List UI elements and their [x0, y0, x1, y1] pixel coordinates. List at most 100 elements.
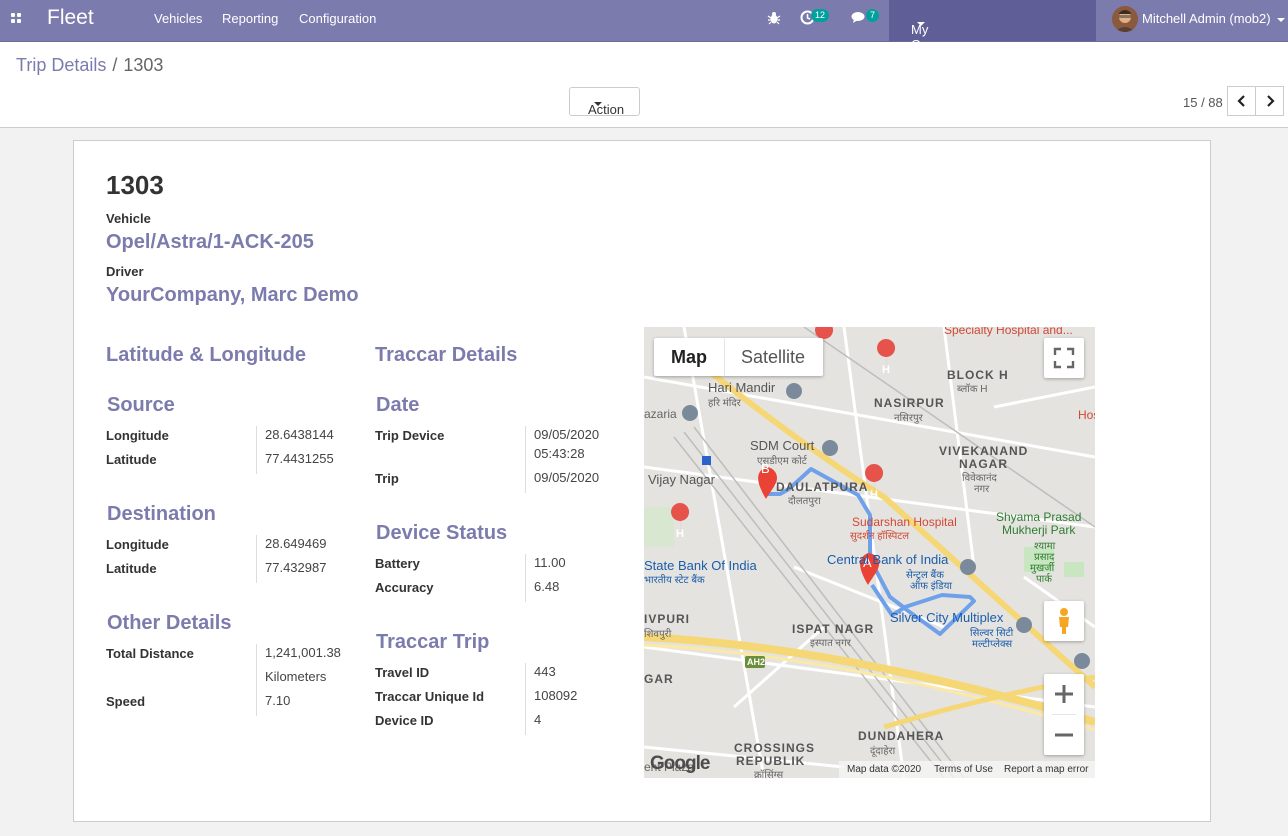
zoom-in-button[interactable] — [1044, 674, 1084, 714]
map-label-sbi: State Bank Of India — [644, 558, 757, 573]
map-label-central-bank-hi-2: ऑफ इंडिया — [910, 581, 952, 592]
map-type-control: Map Satellite — [654, 338, 823, 376]
map-label-daulatpura: DAULATPURA — [776, 480, 869, 494]
control-panel: Trip Details /1303 Action 15 / 88 — [0, 42, 1288, 128]
map-label-dundahera-hi: दूंदाहेरा — [870, 746, 896, 757]
pager-next-button[interactable] — [1255, 86, 1284, 116]
trip-device-label: Trip Device — [375, 428, 445, 443]
map-label-hari-mandir-hi: हरि मंदिर — [708, 398, 741, 409]
minus-icon — [1055, 733, 1073, 737]
map-label-silver-city-hi-2: मल्टीप्लेक्स — [972, 639, 1013, 650]
map-label-ivpuri: IVPURI — [644, 612, 691, 626]
action-button[interactable]: Action — [569, 87, 640, 117]
travel-id-value: 443 — [534, 664, 556, 679]
driver-link[interactable]: YourCompany, Marc Demo — [106, 284, 359, 307]
map-label-nasirpur: NASIRPUR — [874, 396, 945, 410]
map-label-dundahera: DUNDAHERA — [858, 729, 945, 743]
map-tab-map[interactable]: Map — [654, 338, 724, 376]
menu-reporting[interactable]: Reporting — [222, 11, 278, 26]
zoom-out-button[interactable] — [1044, 715, 1084, 755]
debug-bug-icon[interactable] — [767, 11, 781, 29]
source-latitude-label: Latitude — [106, 452, 157, 467]
terms-of-use-link[interactable]: Terms of Use — [934, 764, 993, 775]
map-label-crossings-2: REPUBLIK — [736, 754, 806, 768]
street-view-pegman[interactable] — [1044, 601, 1084, 641]
map-label-vivekanand: VIVEKANAND — [939, 444, 1029, 458]
map-label-ah2: AH2 — [747, 657, 766, 667]
vehicle-link[interactable]: Opel/Astra/1-ACK-205 — [106, 231, 314, 254]
company-switcher[interactable]: My Company (San Francisco) — [889, 0, 1096, 82]
destination-longitude-value: 28.649469 — [265, 536, 327, 551]
speed-label: Speed — [106, 694, 146, 709]
traccar-trip-title: Traccar Trip — [376, 631, 490, 653]
device-id-label: Device ID — [375, 713, 434, 728]
menu-vehicles[interactable]: Vehicles — [154, 11, 202, 26]
breadcrumb-current: 1303 — [123, 55, 164, 75]
other-details-title: Other Details — [107, 612, 232, 634]
pager-previous-button[interactable] — [1227, 86, 1256, 116]
map-label-block-h: BLOCK H — [947, 368, 1009, 382]
date-title: Date — [376, 394, 420, 416]
svg-text:H: H — [676, 528, 684, 540]
fullscreen-button[interactable] — [1044, 338, 1084, 378]
breadcrumb: Trip Details /1303 — [16, 55, 163, 76]
breadcrumb-parent[interactable]: Trip Details — [16, 55, 106, 75]
map-label-ispat-hi: इस्पात नगर — [810, 638, 851, 649]
route-map[interactable]: HHH B A Specialty Hospital and... Hari M… — [644, 327, 1095, 778]
form-sheet: 1303 Vehicle Opel/Astra/1-ACK-205 Driver… — [73, 140, 1211, 822]
driver-label: Driver — [106, 264, 144, 279]
messages-chat-icon[interactable] — [851, 11, 867, 28]
map-label-crossings-hi: क्रॉसिंग्स — [754, 770, 784, 778]
map-label-nasirpur-hi: नसिरपुर — [894, 413, 923, 424]
source-title: Source — [107, 394, 175, 416]
map-label-sdm-court-hi: एसडीएम कोर्ट — [757, 456, 807, 467]
total-distance-value: 1,241,001.38 — [265, 645, 341, 660]
map-label-crossings: CROSSINGS — [734, 741, 816, 755]
google-logo[interactable]: Google — [650, 753, 710, 775]
battery-label: Battery — [375, 556, 420, 571]
destination-latitude-label: Latitude — [106, 561, 157, 576]
map-label-hari-mandir: Hari Mandir — [708, 380, 776, 395]
fullscreen-icon — [1053, 347, 1075, 369]
pager-value[interactable]: 15 / 88 — [1183, 95, 1223, 110]
accuracy-label: Accuracy — [375, 580, 434, 595]
source-longitude-value: 28.6438144 — [265, 427, 334, 442]
map-label-hos: Hos — [1078, 408, 1095, 422]
map-label-block-h-hi: ब्लॉक H — [957, 384, 988, 395]
map-label-sdm-court: SDM Court — [750, 438, 815, 453]
map-label-sudarshan: Sudarshan Hospital — [852, 515, 957, 529]
destination-title: Destination — [107, 503, 216, 525]
map-label-vijay-nagar: Vijay Nagar — [648, 472, 715, 487]
user-name: Mitchell Admin (mob2) — [1142, 11, 1271, 26]
map-label-central-bank: Central Bank of India — [827, 552, 949, 567]
total-distance-label: Total Distance — [106, 646, 194, 661]
trip-value: 09/05/2020 — [534, 470, 600, 485]
pegman-icon — [1059, 608, 1069, 634]
apps-menu-icon[interactable] — [7, 7, 33, 33]
menu-configuration[interactable]: Configuration — [299, 11, 376, 26]
traccar-unique-id-label: Traccar Unique Id — [375, 689, 485, 704]
map-tab-satellite-label: Satellite — [741, 347, 806, 367]
report-map-error-link[interactable]: Report a map error — [1004, 764, 1088, 775]
travel-id-label: Travel ID — [375, 665, 430, 680]
activity-count-badge: 12 — [811, 9, 830, 22]
map-label-silver-city: Silver City Multiplex — [890, 610, 1004, 625]
lat-long-heading: Latitude & Longitude — [106, 344, 306, 366]
map-label-sbi-hi: भारतीय स्टेट बैंक — [644, 575, 705, 586]
destination-latitude-value: 77.432987 — [265, 560, 327, 575]
zoom-control — [1044, 674, 1084, 755]
svg-text:H: H — [870, 489, 878, 501]
map-label-sudarshan-hi: सुदर्शन हॉस्पिटल — [850, 531, 910, 542]
total-distance-unit: Kilometers — [265, 669, 327, 684]
source-longitude-label: Longitude — [106, 428, 169, 443]
map-data-credit: Map data ©2020 — [847, 764, 922, 775]
app-name[interactable]: Fleet — [47, 6, 94, 30]
device-id-value: 4 — [534, 712, 542, 727]
trip-device-time: 05:43:28 — [534, 446, 585, 461]
map-label-ivpuri-hi: शिवपुरी — [644, 629, 672, 640]
chevron-left-icon — [1237, 95, 1245, 107]
caret-down-icon — [594, 102, 602, 106]
message-count-badge: 7 — [866, 9, 880, 22]
map-label-specialty: Specialty Hospital and... — [944, 327, 1073, 337]
map-tab-satellite[interactable]: Satellite — [725, 338, 823, 376]
